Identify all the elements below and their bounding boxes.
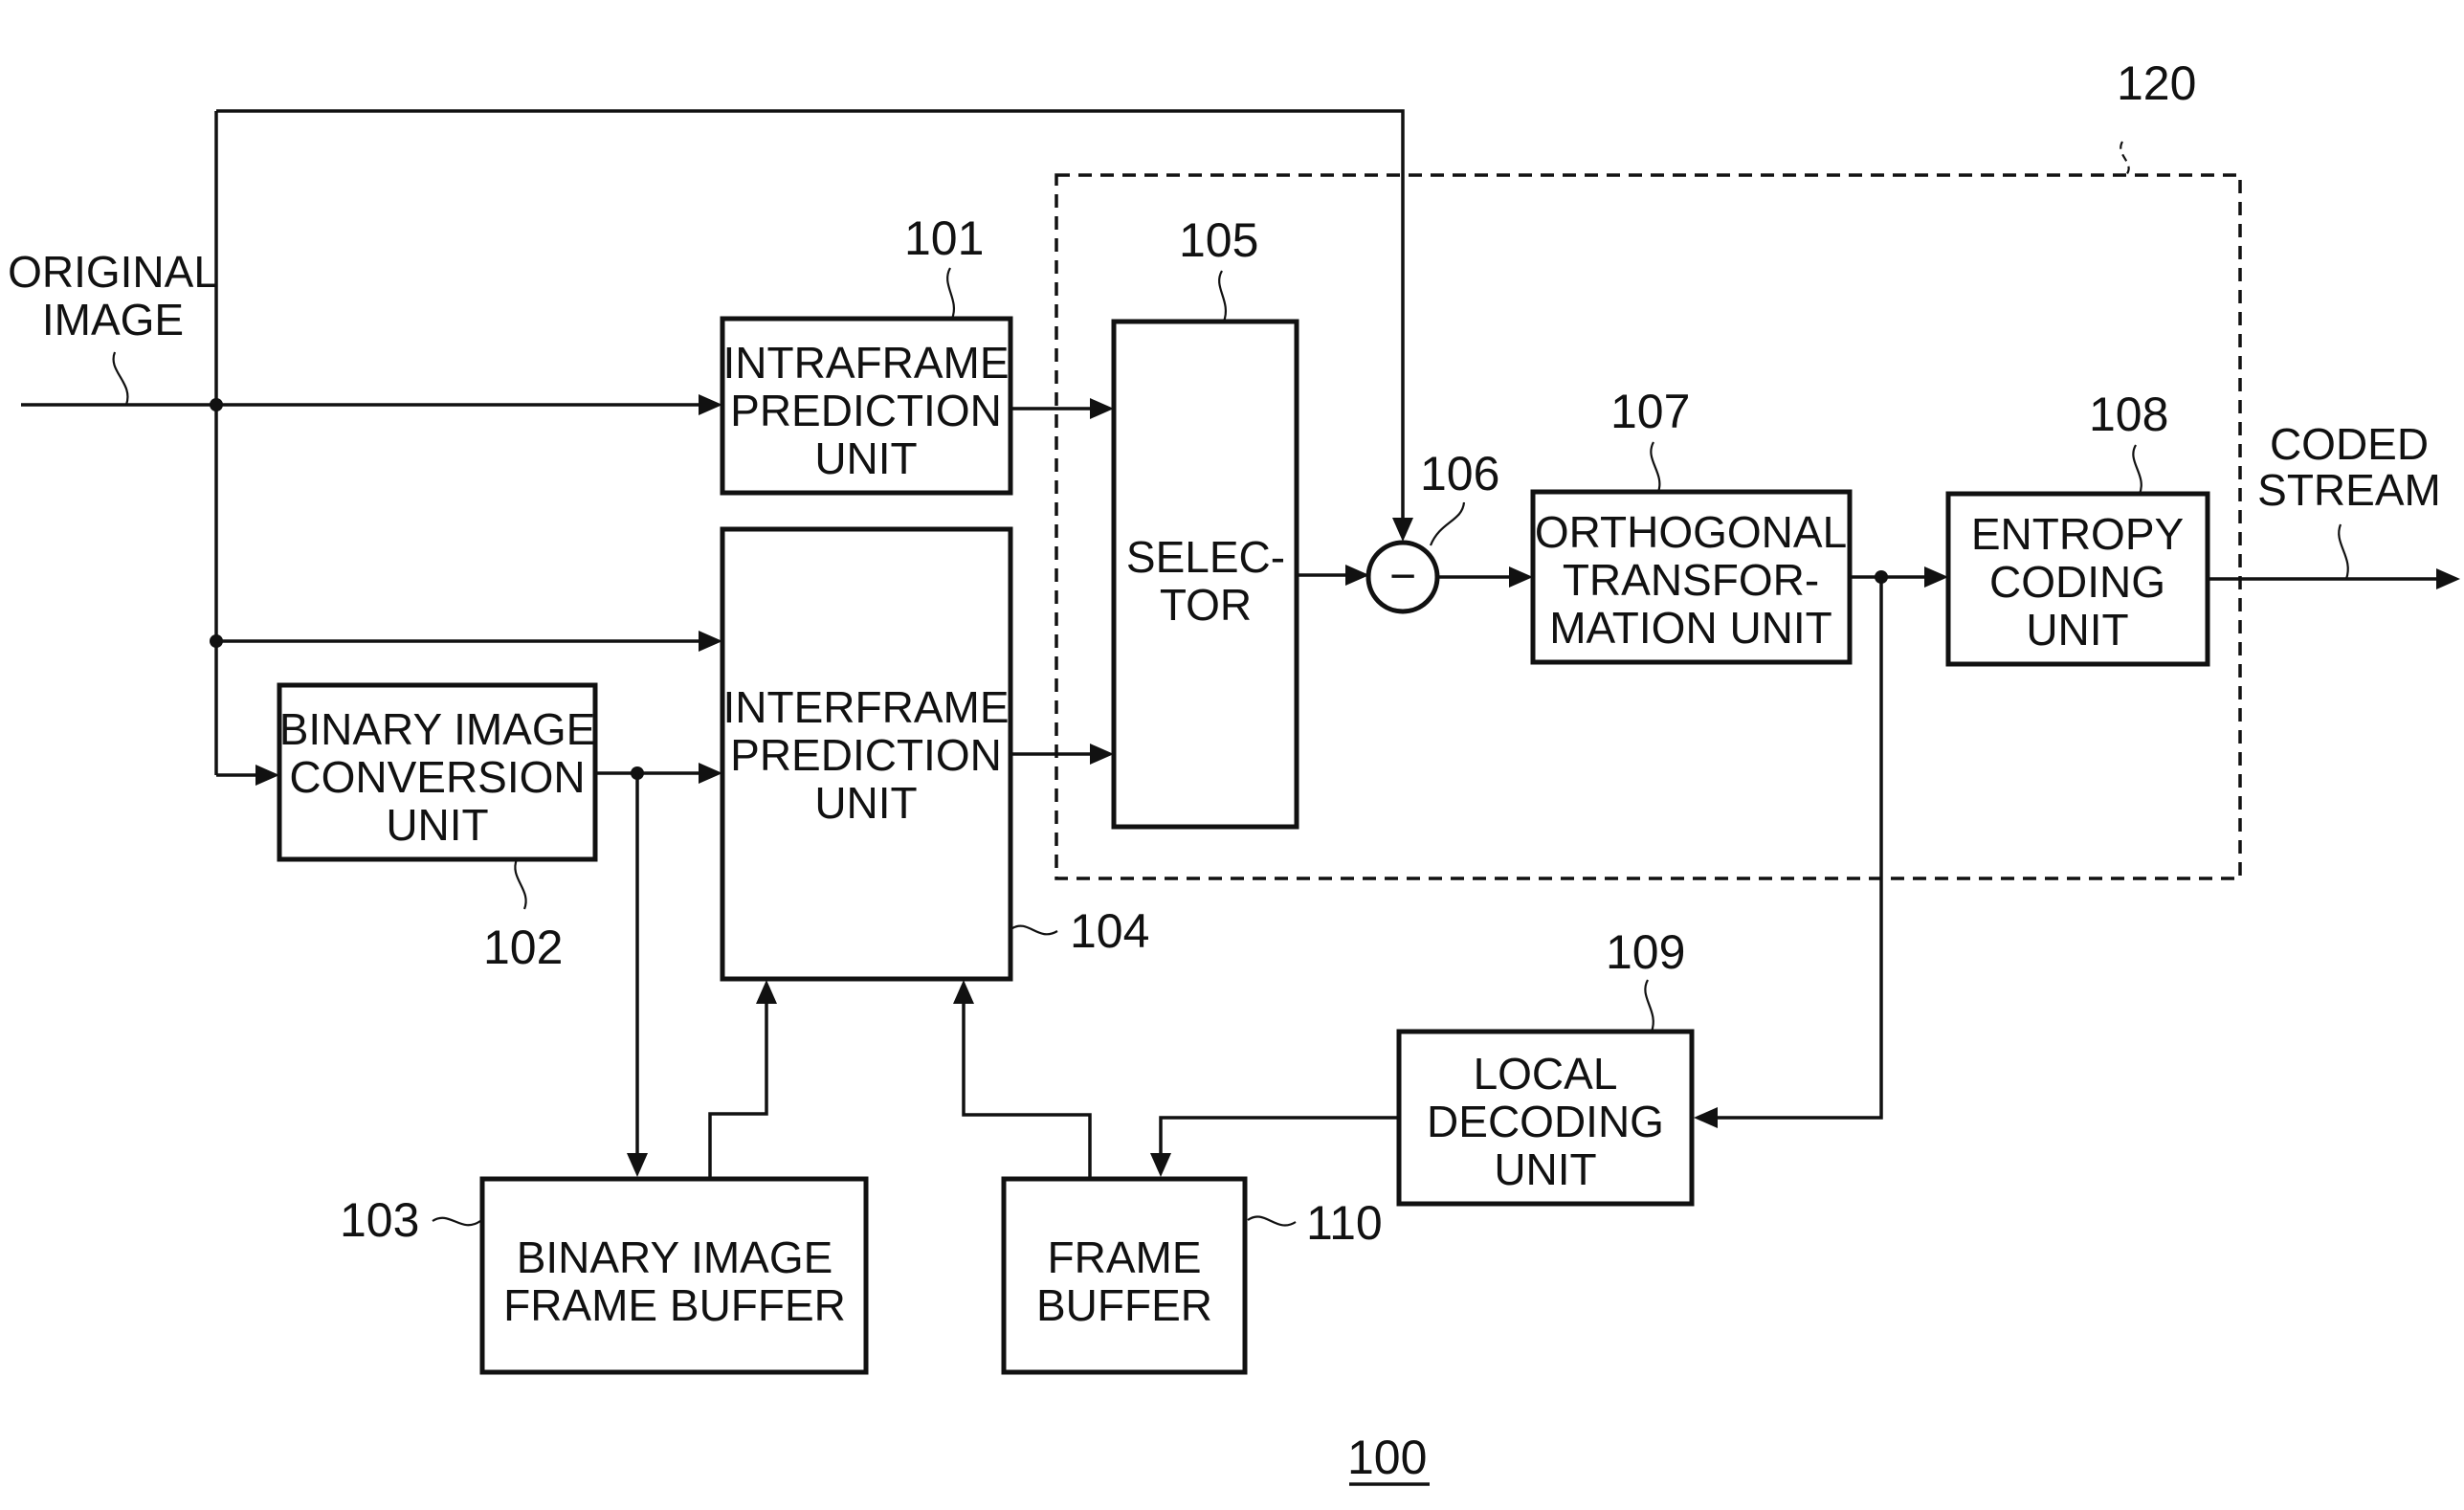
block-label-line: FRAME BUFFER <box>503 1280 846 1330</box>
block-intraframe: INTRAFRAME PREDICTION UNIT <box>720 316 1013 496</box>
block-label-line: CODING <box>1989 557 2165 607</box>
arrow-binconv-to-interframe <box>699 763 722 784</box>
localdec-to-frame-buffer-wire <box>1159 1116 1397 1158</box>
arrow-to-intraframe <box>699 394 722 415</box>
arrow-to-local-decoding <box>1694 1107 1718 1128</box>
output-leader <box>2338 523 2349 580</box>
leader-106 <box>1429 501 1466 546</box>
subtractor-106: − <box>1365 540 1440 614</box>
arrow-intra-to-selector <box>1090 398 1114 419</box>
leader-107 <box>1650 441 1661 493</box>
block-label-line: SELEC- <box>1126 532 1285 582</box>
leader-103 <box>432 1216 481 1227</box>
ref-109: 109 <box>1606 925 1685 979</box>
block-label-line: INTERFRAME <box>723 682 1010 732</box>
block-diagram: 120 INTRAFRAME PREDICTION UNIT 101 INTER… <box>8 56 2460 1486</box>
arrow-to-subtractor <box>1345 565 1369 586</box>
leader-110 <box>1247 1215 1297 1227</box>
group-120-ref: 120 <box>2117 56 2196 110</box>
block-interframe: INTERFRAME PREDICTION UNIT <box>720 526 1013 982</box>
block-label-line: MATION UNIT <box>1549 603 1832 653</box>
block-label-line: BUFFER <box>1036 1280 1212 1330</box>
junction-dot <box>210 398 223 411</box>
ref-107: 107 <box>1610 385 1690 438</box>
leader-104 <box>1011 924 1058 936</box>
binary-buffer-to-interframe-wire <box>708 1000 768 1177</box>
ref-106: 106 <box>1420 447 1499 500</box>
block-label-line: TRANSFOR- <box>1563 555 1819 605</box>
leader-105 <box>1218 270 1227 322</box>
ref-104: 104 <box>1070 904 1149 958</box>
arrow-binary-buffer-to-interframe <box>756 980 777 1004</box>
block-entropy-coding: ENTROPY CODING UNIT <box>1945 491 2210 667</box>
arrow-output <box>2436 568 2460 589</box>
arrow-inter-to-selector <box>1090 744 1114 765</box>
arrow-to-frame-buffer <box>1150 1153 1171 1177</box>
block-label-line: UNIT <box>814 778 917 828</box>
block-label-line: UNIT <box>1494 1144 1596 1194</box>
block-selector: SELEC- TOR <box>1111 319 1299 830</box>
leader-102 <box>514 858 527 910</box>
block-label-line: FRAME <box>1048 1232 1202 1282</box>
block-label-line: CONVERSION <box>289 752 585 802</box>
block-label-line: BINARY IMAGE <box>279 704 596 754</box>
arrow-to-binary-buffer <box>627 1153 648 1177</box>
arrow-frame-buffer-to-interframe <box>953 980 974 1004</box>
block-binary-conversion: BINARY IMAGE CONVERSION UNIT <box>277 682 598 862</box>
ref-103: 103 <box>340 1193 419 1247</box>
ref-102: 102 <box>483 921 563 974</box>
input-leader <box>112 351 129 406</box>
frame-buffer-to-interframe-wire <box>962 1000 1092 1177</box>
minus-sign: − <box>1389 551 1416 602</box>
leader-108 <box>2132 444 2142 495</box>
block-orthogonal-transformation: ORTHOGONAL TRANSFOR- MATION UNIT <box>1530 489 1853 665</box>
block-label-line: LOCAL <box>1474 1049 1618 1099</box>
block-frame-buffer: FRAME BUFFER <box>1001 1176 1248 1375</box>
ref-101: 101 <box>904 211 984 265</box>
input-label-line: ORIGINAL <box>8 247 218 297</box>
arrow-to-orthogonal <box>1509 566 1533 588</box>
block-binary-frame-buffer: BINARY IMAGE FRAME BUFFER <box>479 1176 869 1375</box>
block-label-line: ORTHOGONAL <box>1535 507 1847 557</box>
group-120-leader <box>2120 141 2130 176</box>
block-label-line: BINARY IMAGE <box>517 1232 833 1282</box>
leader-101 <box>946 267 955 320</box>
block-label-line: INTRAFRAME <box>723 338 1010 388</box>
figure-ref-100: 100 <box>1347 1431 1427 1484</box>
arrow-to-entropy <box>1924 566 1948 588</box>
block-label-line: UNIT <box>814 433 917 483</box>
block-label-line: PREDICTION <box>730 386 1002 435</box>
arrow-to-interframe <box>699 631 722 652</box>
output-label-line: CODED <box>2270 419 2429 469</box>
block-label-line: TOR <box>1160 580 1252 630</box>
ref-110: 110 <box>1306 1196 1383 1250</box>
arrow-to-binconv <box>255 765 279 786</box>
output-label-line: STREAM <box>2257 465 2441 515</box>
block-label-line: UNIT <box>386 800 488 850</box>
leader-109 <box>1644 979 1654 1033</box>
block-label-line: DECODING <box>1427 1097 1664 1146</box>
input-label-line: IMAGE <box>42 295 184 344</box>
ref-108: 108 <box>2089 388 2168 441</box>
arrow-to-subtractor-top <box>1392 518 1413 542</box>
block-label-line: UNIT <box>2026 605 2128 655</box>
block-local-decoding: LOCAL DECODING UNIT <box>1396 1029 1695 1207</box>
block-label-line: ENTROPY <box>1971 509 2184 559</box>
ref-105: 105 <box>1179 213 1258 267</box>
block-label-line: PREDICTION <box>730 730 1002 780</box>
